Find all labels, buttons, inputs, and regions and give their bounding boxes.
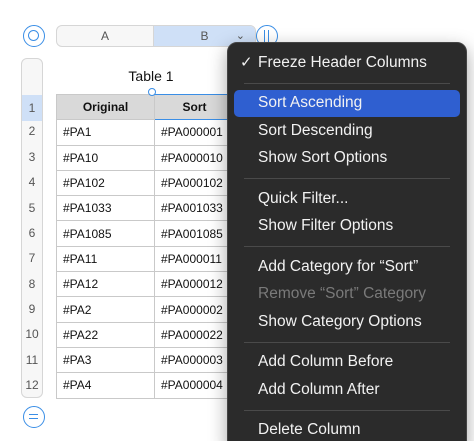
table-cell[interactable]: #PA22 bbox=[56, 321, 155, 348]
column-handle-icon bbox=[264, 30, 269, 42]
add-row-button[interactable] bbox=[23, 406, 45, 428]
menu-item-remove-category: Remove “Sort” Category bbox=[234, 281, 460, 309]
row-header[interactable]: 1 bbox=[22, 95, 42, 121]
column-context-menu: ✓ Freeze Header Columns Sort Ascending S… bbox=[227, 42, 467, 441]
table-cell[interactable]: #PA1033 bbox=[56, 195, 155, 222]
table-header-row: Original Sort bbox=[56, 93, 235, 121]
table-cell[interactable]: #PA000012 bbox=[154, 271, 235, 298]
menu-item-sort-descending[interactable]: Sort Descending bbox=[234, 117, 460, 145]
table-cell[interactable]: #PA1085 bbox=[56, 220, 155, 247]
select-all-button[interactable] bbox=[23, 25, 45, 47]
menu-item-label: Show Category Options bbox=[258, 312, 422, 330]
column-header-a[interactable]: A bbox=[57, 26, 155, 46]
menu-separator bbox=[244, 341, 450, 343]
chevron-down-icon[interactable]: ⌄ bbox=[236, 29, 245, 42]
menu-item-label: Freeze Header Columns bbox=[258, 53, 427, 71]
table-row: #PA4 #PA000004 bbox=[56, 372, 235, 399]
table-cell[interactable]: #PA000003 bbox=[154, 346, 235, 374]
row-header[interactable]: 6 bbox=[22, 225, 42, 241]
table-cell[interactable]: #PA1 bbox=[56, 119, 155, 146]
table-row: #PA22 #PA000022 bbox=[56, 321, 235, 348]
table-row: #PA12 #PA000012 bbox=[56, 271, 235, 298]
row-header[interactable]: 8 bbox=[22, 276, 42, 292]
menu-item-label: Add Category for “Sort” bbox=[258, 257, 419, 275]
table-cell[interactable]: #PA12 bbox=[56, 271, 155, 298]
table-cell[interactable]: #PA2 bbox=[56, 296, 155, 323]
table-cell[interactable]: #PA001085 bbox=[154, 220, 235, 247]
table-cell[interactable]: #PA11 bbox=[56, 245, 155, 273]
header-cell-original[interactable]: Original bbox=[56, 93, 155, 121]
table-row: #PA1 #PA000001 bbox=[56, 119, 235, 146]
circle-icon bbox=[28, 30, 39, 41]
menu-item-show-sort-options[interactable]: Show Sort Options bbox=[234, 145, 460, 173]
row-header[interactable]: 11 bbox=[22, 352, 42, 368]
table-row: #PA1085 #PA001085 bbox=[56, 220, 235, 247]
table-title[interactable]: Table 1 bbox=[56, 68, 246, 84]
menu-item-add-category[interactable]: Add Category for “Sort” bbox=[234, 253, 460, 281]
menu-item-label: Quick Filter... bbox=[258, 189, 349, 207]
selection-handle[interactable] bbox=[148, 88, 156, 96]
table-row: #PA10 #PA000010 bbox=[56, 144, 235, 171]
table-cell[interactable]: #PA000102 bbox=[154, 169, 235, 197]
table-row: #PA3 #PA000003 bbox=[56, 346, 235, 374]
row-header[interactable]: 4 bbox=[22, 174, 42, 190]
menu-item-label: Remove “Sort” Category bbox=[258, 285, 426, 303]
menu-item-label: Sort Ascending bbox=[258, 94, 363, 112]
table-row: #PA102 #PA000102 bbox=[56, 169, 235, 197]
menu-separator bbox=[244, 178, 450, 179]
table-cell[interactable]: #PA102 bbox=[56, 169, 155, 197]
table-cell[interactable]: #PA3 bbox=[56, 346, 155, 374]
table-cell[interactable]: #PA000002 bbox=[154, 296, 235, 323]
menu-item-add-column-after[interactable]: Add Column After bbox=[234, 376, 460, 404]
data-table: Original Sort #PA1 #PA000001 #PA10 #PA0000… bbox=[56, 93, 235, 399]
header-cell-sort[interactable]: Sort bbox=[154, 93, 235, 121]
menu-item-label: Add Column After bbox=[258, 380, 380, 398]
table-cell[interactable]: #PA000022 bbox=[154, 321, 235, 348]
table-cell[interactable]: #PA000010 bbox=[154, 144, 235, 171]
table-cell[interactable]: #PA001033 bbox=[154, 195, 235, 222]
table-row: #PA11 #PA000011 bbox=[56, 245, 235, 273]
menu-item-delete-column[interactable]: Delete Column bbox=[234, 417, 460, 441]
menu-item-sort-ascending[interactable]: Sort Ascending bbox=[234, 89, 460, 117]
row-header[interactable]: 9 bbox=[22, 301, 42, 317]
menu-separator bbox=[244, 82, 450, 84]
table-cell[interactable]: #PA10 bbox=[56, 144, 155, 171]
menu-separator bbox=[244, 409, 450, 411]
menu-item-add-column-before[interactable]: Add Column Before bbox=[234, 349, 460, 377]
table-cell[interactable]: #PA000004 bbox=[154, 372, 235, 399]
menu-item-label: Show Filter Options bbox=[258, 217, 394, 235]
row-handle-icon bbox=[29, 414, 38, 419]
menu-item-label: Add Column Before bbox=[258, 353, 394, 371]
table-cell[interactable]: #PA4 bbox=[56, 372, 155, 399]
menu-item-freeze-header-columns[interactable]: ✓ Freeze Header Columns bbox=[234, 49, 460, 77]
menu-item-quick-filter[interactable]: Quick Filter... bbox=[234, 185, 460, 213]
row-header-bar: 1 2 3 4 5 6 7 8 9 10 11 12 bbox=[21, 58, 43, 398]
row-header[interactable]: 2 bbox=[22, 123, 42, 139]
row-header[interactable]: 10 bbox=[22, 326, 42, 342]
table-cell[interactable]: #PA000011 bbox=[154, 245, 235, 273]
table-cell[interactable]: #PA000001 bbox=[154, 119, 235, 146]
menu-item-show-filter-options[interactable]: Show Filter Options bbox=[234, 213, 460, 241]
row-header[interactable]: 3 bbox=[22, 149, 42, 165]
menu-item-show-category-options[interactable]: Show Category Options bbox=[234, 308, 460, 336]
menu-item-label: Show Sort Options bbox=[258, 149, 388, 167]
table-row: #PA1033 #PA001033 bbox=[56, 195, 235, 222]
row-header[interactable]: 5 bbox=[22, 200, 42, 216]
row-header[interactable]: 7 bbox=[22, 250, 42, 266]
menu-item-label: Delete Column bbox=[258, 421, 361, 439]
row-header[interactable]: 12 bbox=[22, 377, 42, 393]
table-row: #PA2 #PA000002 bbox=[56, 296, 235, 323]
menu-item-label: Sort Descending bbox=[258, 121, 373, 139]
column-header-b-label: B bbox=[200, 29, 209, 43]
column-header-bar: A B ⌄ bbox=[56, 25, 256, 47]
menu-separator bbox=[244, 246, 450, 247]
checkmark-icon: ✓ bbox=[240, 54, 253, 71]
